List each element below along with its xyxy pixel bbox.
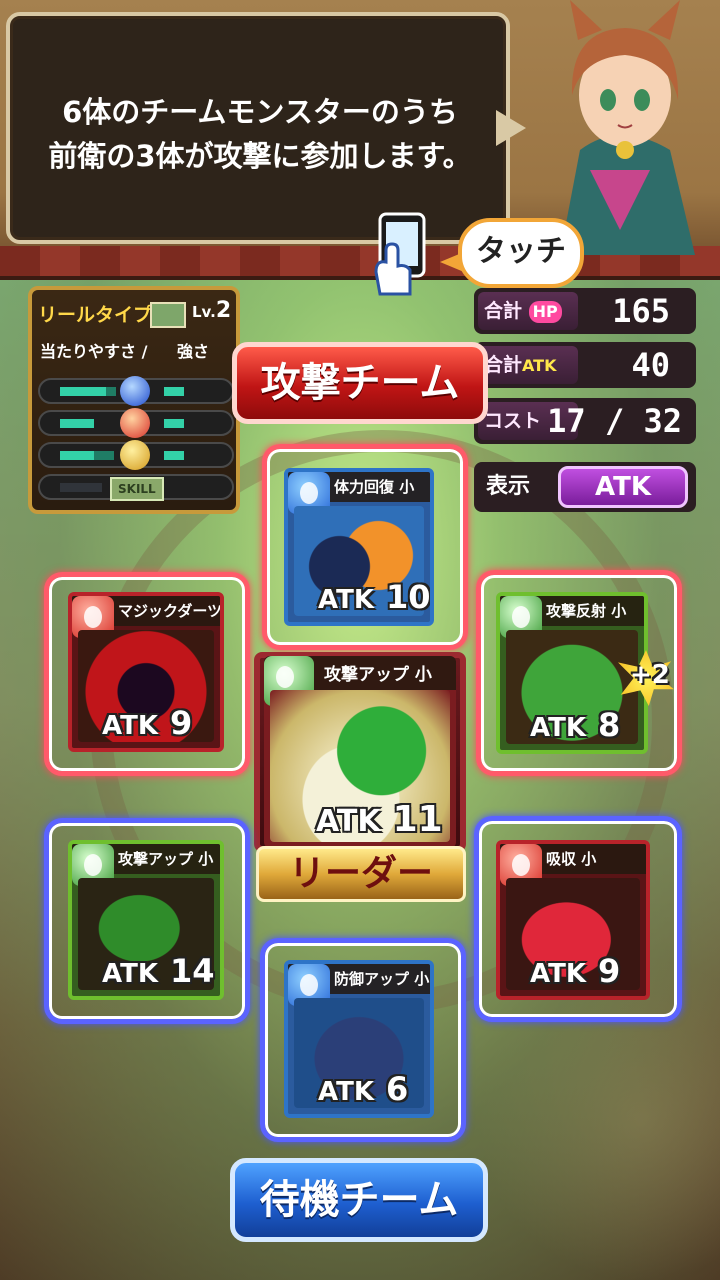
red-gem-icon — [120, 408, 150, 438]
monster-card-attack-left[interactable]: マジックダーツ ATK 9 — [68, 592, 224, 752]
atk-value: 9 — [598, 952, 621, 990]
reel-level: Lv.2 — [192, 298, 231, 323]
display-toggle: 表示 ATK — [474, 462, 696, 512]
monster-atk: ATK 6 — [318, 1070, 408, 1108]
monster-atk: ATK 9 — [530, 952, 620, 990]
atk-value: 6 — [386, 1070, 409, 1108]
atk-label: ATK — [102, 711, 158, 741]
reel-bar-segment — [60, 387, 106, 396]
monster-atk: ATK 14 — [102, 952, 215, 990]
dialog-line-2: 前衛の3体が攻撃に参加します。 — [48, 139, 472, 173]
atk-label: ATK — [102, 959, 158, 989]
wait-team-button[interactable]: 待機チーム — [230, 1158, 488, 1242]
reel-bar-segment — [164, 387, 184, 396]
reel-bar-segment — [94, 451, 114, 460]
atk-value: 14 — [170, 952, 215, 990]
reel-bar-segment — [60, 451, 94, 460]
navigator-character — [560, 0, 695, 255]
atk-label: ATK — [530, 959, 586, 989]
touch-prompt[interactable]: タッチ — [458, 218, 584, 288]
dialog-text: 6体のチームモンスターのうち 前衛の3体が攻撃に参加します。 — [40, 90, 480, 178]
total-hp-label: 合計 HP — [478, 292, 578, 330]
monster-skill-name: 攻撃反射 小 — [546, 602, 627, 620]
atk-label: ATK — [318, 1077, 374, 1107]
skill-tag: SKILL — [110, 477, 164, 501]
total-hp-label-text: 合計 — [484, 300, 523, 322]
atk-value: 9 — [170, 704, 193, 742]
monster-atk: ATK 10 — [318, 578, 431, 616]
monster-skill-name: 吸収 小 — [546, 850, 597, 868]
monster-skill-name: 攻撃アップ 小 — [324, 665, 432, 685]
display-label: 表示 — [486, 474, 531, 499]
monster-skill-name: 防御アップ 小 — [334, 970, 430, 988]
tutorial-dialog[interactable]: 6体のチームモンスターのうち 前衛の3体が攻撃に参加します。 — [6, 12, 510, 244]
monster-card-attack-top[interactable]: 体力回復 小 ATK 10 — [284, 468, 434, 626]
reel-row-skill: SKILL — [38, 474, 234, 501]
total-atk-value: 40 — [631, 346, 670, 384]
reel-bar-segment — [60, 483, 102, 492]
reel-bar-segment — [164, 419, 184, 428]
atk-value: 10 — [386, 578, 431, 616]
monster-atk: ATK 8 — [530, 706, 620, 744]
atk-value: 11 — [392, 799, 443, 840]
reel-type-panel: リールタイプ: Lv.2 当たりやすさ / 強さ SKILL — [28, 286, 240, 514]
scroll-icon — [120, 440, 150, 470]
atk-value: 8 — [598, 706, 621, 744]
reel-bar-segment — [106, 387, 116, 396]
total-hp-value: 165 — [612, 292, 670, 330]
tap-hand-icon — [374, 212, 426, 296]
monster-card-attack-right[interactable]: 攻撃反射 小 ATK 8 — [496, 592, 648, 754]
reel-label-hit: 当たりやすさ / — [40, 342, 148, 361]
reel-row-red — [38, 408, 234, 438]
reel-level-prefix: Lv. — [192, 303, 216, 321]
reel-row-blue — [38, 376, 234, 406]
total-hp-stat: 合計 HP 165 — [474, 288, 696, 334]
total-atk-label: 合計ATK — [478, 346, 578, 384]
total-atk-stat: 合計ATK 40 — [474, 342, 696, 388]
atk-label: ATK — [318, 585, 374, 615]
total-atk-label-text: 合計 — [484, 354, 523, 376]
monster-atk: ATK 11 — [316, 799, 443, 840]
reel-type-title: リールタイプ: — [38, 304, 160, 326]
monster-card-leader[interactable]: 攻撃アップ 小 ATK 11 — [264, 656, 456, 848]
monster-card-wait-bottom[interactable]: 防御アップ 小 ATK 6 — [284, 960, 434, 1118]
leader-label: リーダー — [256, 846, 466, 902]
monster-skill-name: 体力回復 小 — [334, 478, 415, 496]
atk-badge: ATK — [522, 356, 557, 375]
reel-type-icon — [150, 302, 186, 328]
bonus-value: +2 — [630, 660, 670, 690]
reel-bar-segment — [60, 419, 94, 428]
dialog-line-1: 6体のチームモンスターのうち — [62, 95, 458, 129]
attack-team-button[interactable]: 攻撃チーム — [232, 342, 488, 424]
game-screen: 6体のチームモンスターのうち 前衛の3体が攻撃に参加します。 タッチ リールタイ… — [0, 0, 720, 1280]
monster-card-wait-right[interactable]: 吸収 小 ATK 9 — [496, 840, 650, 1000]
cost-value: 17 / 32 — [547, 402, 682, 440]
atk-label: ATK — [316, 804, 381, 839]
blue-gem-icon — [120, 376, 150, 406]
monster-atk: ATK 9 — [102, 704, 192, 742]
reel-level-value: 2 — [215, 298, 232, 323]
display-mode-button[interactable]: ATK — [558, 466, 688, 508]
reel-label-strength: 強さ — [177, 342, 210, 361]
hp-badge: HP — [528, 301, 562, 323]
reel-bar-segment — [164, 451, 184, 460]
monster-card-wait-left[interactable]: 攻撃アップ 小 ATK 14 — [68, 840, 224, 1000]
monster-skill-name: マジックダーツ — [118, 602, 223, 620]
monster-skill-name: 攻撃アップ 小 — [118, 850, 214, 868]
reel-row-gold — [38, 440, 234, 470]
reel-labels: 当たりやすさ / 強さ — [40, 338, 233, 362]
atk-label: ATK — [530, 713, 586, 743]
cost-stat: コスト 17 / 32 — [474, 398, 696, 444]
